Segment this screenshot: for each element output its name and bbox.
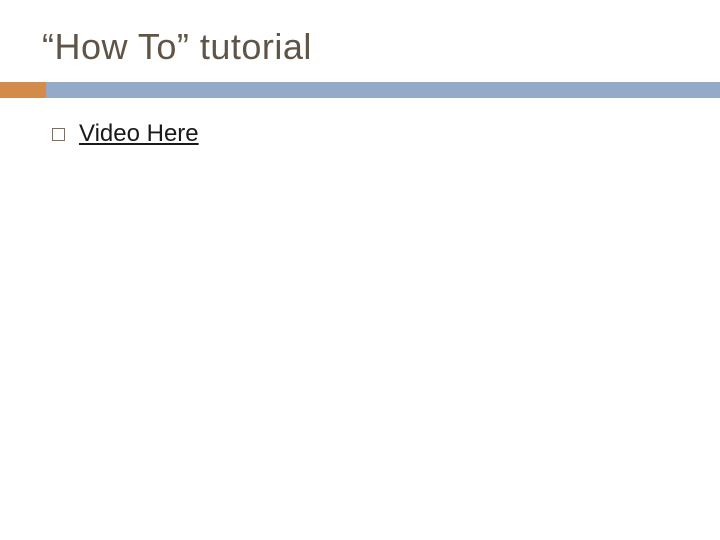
divider-accent	[0, 82, 46, 98]
list-item: Video Here	[52, 120, 199, 148]
slide: “How To” tutorial Video Here	[0, 0, 720, 540]
video-link[interactable]: Video Here	[79, 120, 199, 148]
divider-main	[46, 82, 720, 98]
slide-body: Video Here	[52, 120, 199, 148]
square-bullet-icon	[52, 128, 65, 141]
slide-title: “How To” tutorial	[42, 26, 312, 68]
divider	[0, 82, 720, 98]
